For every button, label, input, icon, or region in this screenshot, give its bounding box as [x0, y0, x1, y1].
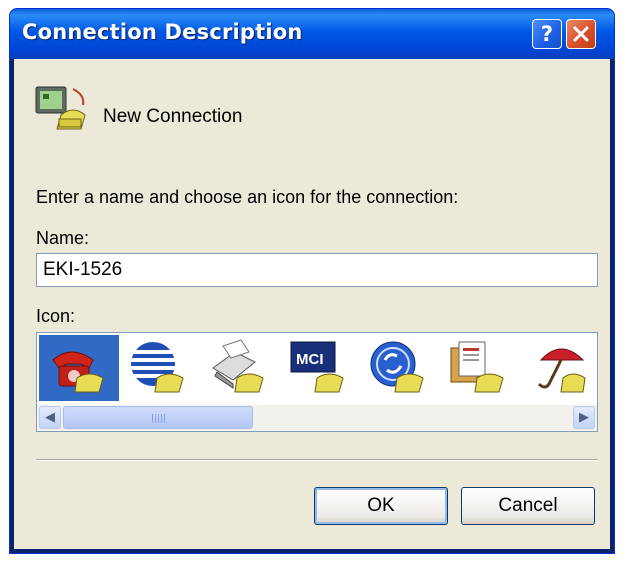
close-icon	[573, 26, 589, 42]
grip-icon	[152, 414, 166, 423]
new-connection-label: New Connection	[103, 106, 243, 127]
instruction-text: Enter a name and choose an icon for the …	[36, 187, 459, 207]
umbrella-icon	[537, 348, 586, 393]
name-input[interactable]	[36, 253, 598, 287]
icon-option-telephone[interactable]	[39, 335, 119, 401]
icon-strip: MCI	[37, 333, 597, 403]
help-button[interactable]: ?	[532, 19, 562, 49]
globe-lines-icon	[131, 342, 184, 393]
red-telephone-icon	[52, 351, 104, 393]
icon-option-fax[interactable]	[199, 335, 279, 401]
scroll-thumb[interactable]	[63, 406, 253, 429]
help-icon: ?	[540, 22, 554, 46]
dialog-body: New Connection Enter a name and choose a…	[14, 59, 610, 549]
separator	[36, 459, 598, 461]
svg-text:MCI: MCI	[296, 351, 324, 368]
name-label: Name:	[36, 228, 90, 248]
mci-logo-icon: MCI	[290, 341, 344, 393]
icon-option-mci[interactable]: MCI	[279, 335, 359, 401]
chevron-right-icon: ▶	[579, 410, 589, 425]
scroll-left-button[interactable]: ◀	[39, 406, 61, 429]
icon-option-documents[interactable]	[439, 335, 519, 401]
close-button[interactable]	[566, 19, 596, 49]
ok-button[interactable]: OK	[314, 487, 448, 525]
chevron-left-icon: ◀	[45, 410, 55, 425]
cancel-button[interactable]: Cancel	[461, 487, 595, 525]
horizontal-scrollbar[interactable]: ◀ ▶	[37, 405, 597, 431]
icon-list[interactable]: MCI ◀ ▶	[36, 332, 598, 432]
icon-option-globe[interactable]	[119, 335, 199, 401]
icon-option-umbrella[interactable]	[519, 335, 597, 401]
ge-logo-icon	[370, 341, 424, 393]
icon-label: Icon:	[36, 306, 76, 326]
scroll-right-button[interactable]: ▶	[573, 406, 595, 429]
dialog-title: Connection Description	[22, 20, 303, 44]
title-bar[interactable]: Connection Description ?	[10, 9, 614, 59]
fax-machine-icon	[212, 339, 264, 393]
documents-icon	[450, 341, 504, 393]
new-connection-icon	[33, 81, 95, 142]
icon-option-ge[interactable]	[359, 335, 439, 401]
connection-description-dialog: Connection Description ? New Connection …	[9, 8, 615, 554]
